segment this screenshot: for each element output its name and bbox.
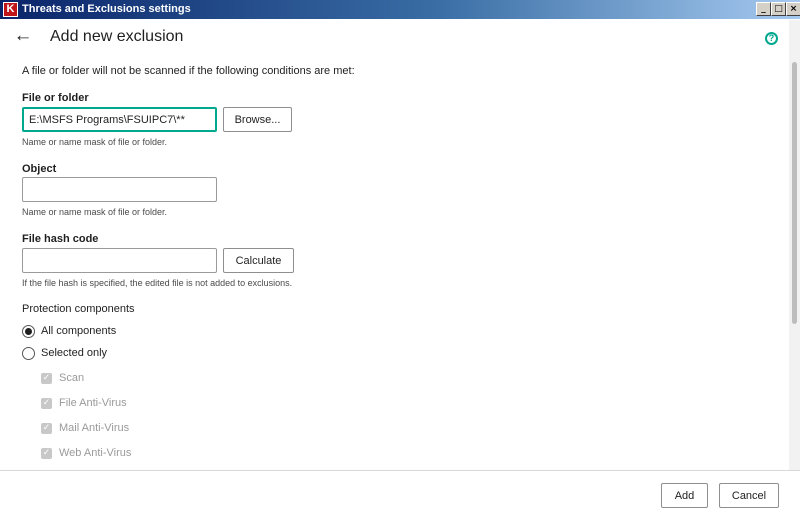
object-input[interactable] (22, 177, 217, 202)
file-hash-label: File hash code (22, 233, 99, 245)
mail-anti-virus-checkbox[interactable]: ✓ (41, 423, 52, 434)
all-components-radio[interactable] (22, 325, 35, 338)
intro-text: A file or folder will not be scanned if … (22, 65, 355, 77)
web-anti-virus-checkbox[interactable]: ✓ (41, 448, 52, 459)
close-button[interactable]: × (786, 2, 800, 16)
browse-button[interactable]: Browse... (223, 107, 292, 132)
object-hint: Name or name mask of file or folder. (22, 207, 168, 217)
mail-anti-virus-label: Mail Anti-Virus (59, 422, 130, 434)
file-hash-hint: If the file hash is specified, the edite… (22, 278, 293, 288)
maximize-button[interactable]: □ (771, 2, 786, 16)
file-or-folder-hint: Name or name mask of file or folder. (22, 137, 168, 147)
scrollbar-thumb[interactable] (792, 62, 797, 324)
scan-checkbox[interactable]: ✓ (41, 373, 52, 384)
minimize-button[interactable]: _ (756, 2, 771, 16)
all-components-label[interactable]: All components (41, 324, 116, 338)
file-anti-virus-label: File Anti-Virus (59, 397, 127, 409)
kaspersky-app-icon: K (3, 2, 18, 17)
web-anti-virus-label: Web Anti-Virus (59, 447, 132, 459)
selected-only-label[interactable]: Selected only (41, 346, 107, 360)
calculate-button[interactable]: Calculate (223, 248, 294, 273)
selected-only-radio[interactable] (22, 347, 35, 360)
cancel-button[interactable]: Cancel (719, 483, 779, 508)
file-anti-virus-checkbox[interactable]: ✓ (41, 398, 52, 409)
back-arrow-icon[interactable]: ← (12, 26, 34, 46)
file-or-folder-input[interactable] (22, 107, 217, 132)
window-title: Threats and Exclusions settings (22, 3, 191, 15)
add-button[interactable]: Add (661, 483, 708, 508)
file-or-folder-label: File or folder (22, 92, 89, 104)
footer-divider (0, 470, 800, 471)
window-titlebar[interactable]: K Threats and Exclusions settings _ □ × (0, 0, 800, 19)
object-label: Object (22, 163, 57, 175)
file-hash-input[interactable] (22, 248, 217, 273)
help-icon[interactable]: ? (765, 32, 778, 45)
scan-label: Scan (59, 372, 85, 384)
protection-components-label: Protection components (22, 303, 135, 315)
page-title: Add new exclusion (50, 28, 184, 45)
